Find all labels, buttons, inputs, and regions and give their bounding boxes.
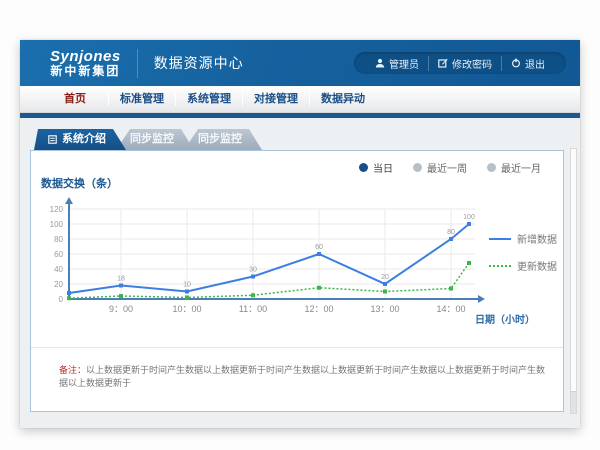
nav-item-standard-management[interactable]: 标准管理 xyxy=(109,86,175,113)
radio-today[interactable]: 当日 xyxy=(359,160,393,175)
footnote-text: 以上数据更新于时间产生数据以上数据更新于时间产生数据以上数据更新于时间产生数据以… xyxy=(59,365,545,388)
radio-dot-icon xyxy=(359,163,368,172)
user-icon xyxy=(375,58,385,68)
radio-label: 当日 xyxy=(373,160,393,175)
svg-text:80: 80 xyxy=(447,229,455,236)
nav-item-data-changes[interactable]: 数据异动 xyxy=(310,86,376,113)
svg-text:40: 40 xyxy=(54,265,63,274)
user-menu[interactable]: 管理员 xyxy=(366,56,428,71)
tab-sync-monitor-2[interactable]: 同步监控 xyxy=(184,129,262,150)
tab-sync-monitor-1[interactable]: 同步监控 xyxy=(116,129,194,150)
note-divider xyxy=(31,347,563,348)
chart-canvas: 0 20 40 60 80 100 120 9：00 10：00 11：00 12：00 13：00 1… xyxy=(45,195,491,325)
legend-item-new-data: 新增数据 xyxy=(489,231,557,246)
svg-text:80: 80 xyxy=(54,235,63,244)
footnote-prefix: 备注： xyxy=(59,365,86,375)
solid-line-icon xyxy=(489,238,511,240)
svg-text:30: 30 xyxy=(249,267,257,274)
line-chart: 0 20 40 60 80 100 120 9：00 10：00 11：00 12：00 13：00 1… xyxy=(45,195,491,325)
logout-label: 退出 xyxy=(525,56,545,71)
svg-text:60: 60 xyxy=(315,244,323,251)
content-area: 系统介绍 同步监控 同步监控 当日 最近一周 最近一月 数据交 xyxy=(20,118,580,428)
user-label: 管理员 xyxy=(389,56,419,71)
svg-text:12：00: 12：00 xyxy=(304,304,333,314)
company-logo: Synjones 新中新集团 xyxy=(50,49,138,78)
logout-button[interactable]: 退出 xyxy=(501,56,554,71)
tab-label: 系统介绍 xyxy=(62,129,106,150)
nav-item-system-management[interactable]: 系统管理 xyxy=(176,86,242,113)
nav-item-connection-management[interactable]: 对接管理 xyxy=(243,86,309,113)
app-header: Synjones 新中新集团 数据资源中心 管理员 修改密码 xyxy=(20,40,580,86)
app-window: Synjones 新中新集团 数据资源中心 管理员 修改密码 xyxy=(20,40,580,428)
logo-chinese: 新中新集团 xyxy=(50,64,120,78)
logo-english: Synjones xyxy=(50,49,121,64)
user-toolbar: 管理员 修改密码 退出 xyxy=(354,52,566,74)
vertical-scrollbar[interactable] xyxy=(570,148,577,414)
svg-text:14：00: 14：00 xyxy=(436,304,465,314)
radio-label: 最近一周 xyxy=(427,160,467,175)
radio-label: 最近一月 xyxy=(501,160,541,175)
dotted-line-icon xyxy=(489,265,511,267)
svg-text:20: 20 xyxy=(54,280,63,289)
svg-text:10: 10 xyxy=(183,282,191,289)
change-password-label: 修改密码 xyxy=(452,56,492,71)
legend-label: 更新数据 xyxy=(517,258,557,273)
x-axis-title: 日期（小时） xyxy=(475,311,535,326)
svg-text:11：00: 11：00 xyxy=(239,304,267,314)
power-icon xyxy=(511,58,521,68)
nav-item-home[interactable]: 首页 xyxy=(42,86,108,113)
time-range-filter: 当日 最近一周 最近一月 xyxy=(359,160,541,175)
svg-text:20: 20 xyxy=(381,274,389,281)
chart-panel: 当日 最近一周 最近一月 数据交换（条） 0 20 40 60 80 100 120 9：00… xyxy=(30,150,564,412)
main-nav: 首页 标准管理 系统管理 对接管理 数据异动 xyxy=(20,86,580,113)
svg-text:13：00: 13：00 xyxy=(370,304,399,314)
radio-dot-icon xyxy=(487,163,496,172)
scrollbar-thumb[interactable] xyxy=(571,391,576,413)
svg-text:10：00: 10：00 xyxy=(172,304,201,314)
change-password-button[interactable]: 修改密码 xyxy=(428,56,501,71)
radio-last-week[interactable]: 最近一周 xyxy=(413,160,467,175)
chart-legend: 新增数据 更新数据 xyxy=(489,231,557,285)
tab-system-intro[interactable]: 系统介绍 xyxy=(34,129,126,150)
svg-text:100: 100 xyxy=(463,214,475,221)
svg-text:18: 18 xyxy=(117,276,125,283)
svg-text:120: 120 xyxy=(50,205,64,214)
svg-text:100: 100 xyxy=(50,220,64,229)
radio-last-month[interactable]: 最近一月 xyxy=(487,160,541,175)
legend-label: 新增数据 xyxy=(517,231,557,246)
page-title: 数据资源中心 xyxy=(154,53,244,73)
svg-text:9：00: 9：00 xyxy=(109,304,133,314)
radio-dot-icon xyxy=(413,163,422,172)
legend-item-updated-data: 更新数据 xyxy=(489,258,557,273)
document-icon xyxy=(48,135,57,144)
y-axis-title: 数据交换（条） xyxy=(41,175,118,191)
tab-bar: 系统介绍 同步监控 同步监控 xyxy=(34,129,262,150)
footnote: 备注：以上数据更新于时间产生数据以上数据更新于时间产生数据以上数据更新于时间产生… xyxy=(59,363,549,389)
edit-icon xyxy=(438,58,448,68)
svg-text:60: 60 xyxy=(54,250,63,259)
svg-text:0: 0 xyxy=(59,295,64,304)
